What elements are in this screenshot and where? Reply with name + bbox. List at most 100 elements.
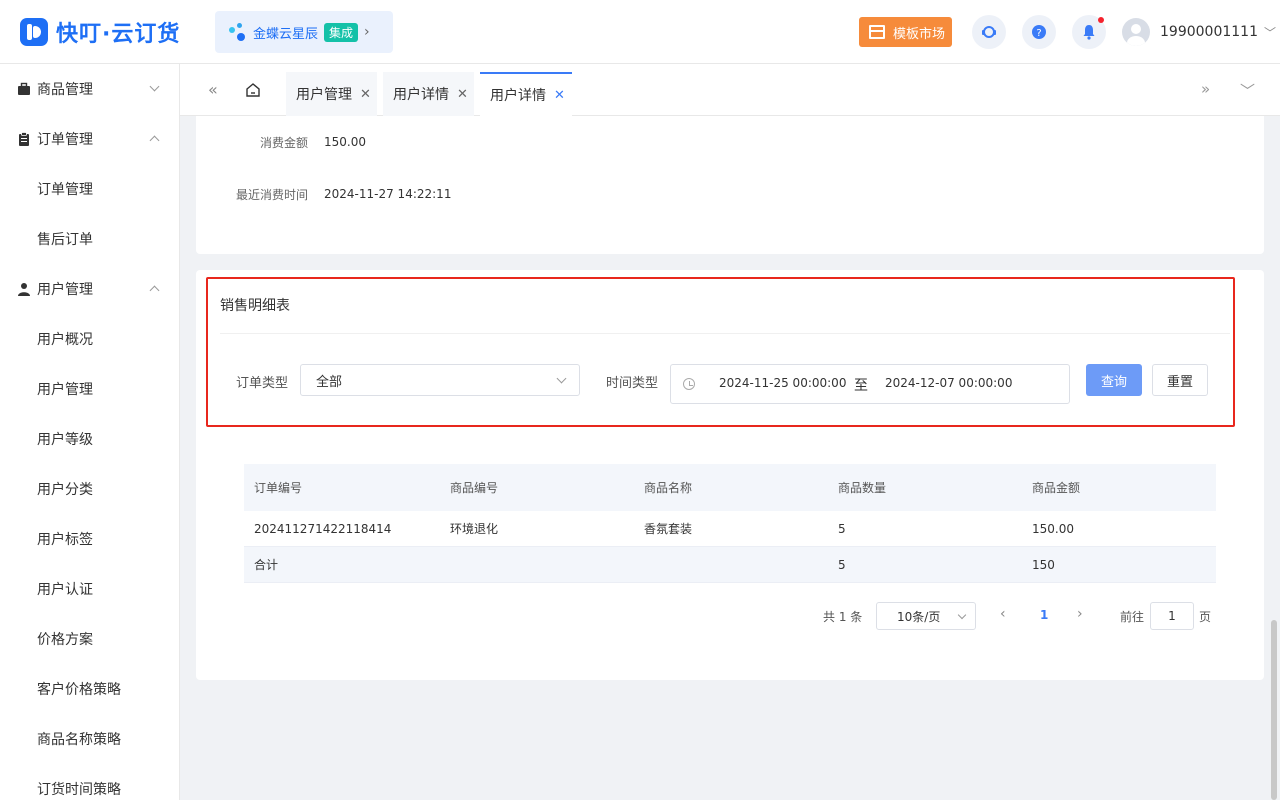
tabs-menu-chevron-icon[interactable]: ﹀: [1240, 80, 1255, 101]
sidebar-item-user-verification[interactable]: 用户认证: [0, 564, 179, 614]
chevron-down-icon: [957, 610, 967, 620]
info-value: 2024-11-27 14:22:11: [324, 187, 452, 201]
customer-service-button[interactable]: [972, 15, 1006, 49]
logo-icon: [20, 18, 48, 46]
table-row[interactable]: 202411271422118414 环境退化 香氛套装 5 150.00: [244, 511, 1216, 547]
time-type-label: 时间类型: [606, 376, 659, 391]
sidebar-item-user-tags[interactable]: 用户标签: [0, 514, 179, 564]
column-header: 商品编号: [450, 481, 499, 495]
template-market-label: 模板市场: [893, 26, 946, 42]
cell-amount: 150.00: [1032, 521, 1074, 536]
scrollbar[interactable]: [1271, 620, 1277, 800]
highlight-box: [206, 277, 1235, 427]
date-range-picker[interactable]: 2024-11-25 00:00:00 至 2024-12-07 00:00:0…: [670, 364, 1070, 404]
close-icon[interactable]: ✕: [457, 87, 468, 102]
sidebar-group-label: 订单管理: [37, 132, 93, 148]
total-label: 合计: [254, 558, 279, 572]
tab-user-detail-active[interactable]: 用户详情 ✕: [480, 72, 572, 116]
sidebar-item-user-overview[interactable]: 用户概况: [0, 314, 179, 364]
page-size-select[interactable]: 10条/页: [876, 602, 976, 630]
template-icon: [869, 25, 885, 39]
section-title: 销售明细表: [220, 298, 290, 314]
clipboard-icon: [19, 132, 29, 146]
kingdee-icon: [229, 23, 247, 41]
briefcase-icon: [18, 82, 30, 95]
query-button[interactable]: 查询: [1086, 364, 1142, 396]
sidebar-item-product-name-strategy[interactable]: 商品名称策略: [0, 714, 179, 764]
user-phone: 19900001111: [1160, 24, 1258, 40]
close-icon[interactable]: ✕: [554, 88, 565, 103]
sidebar-item-user-level[interactable]: 用户等级: [0, 414, 179, 464]
tab-label: 用户管理: [296, 87, 352, 103]
tab-label: 用户详情: [490, 88, 546, 104]
integration-badge: 集成: [324, 22, 359, 42]
info-row-last-purchase: 最近消费时间 2024-11-27 14:22:11: [196, 184, 1264, 204]
notification-dot: [1098, 17, 1104, 23]
info-label: 消费金额: [259, 135, 308, 150]
total-quantity: 5: [838, 557, 846, 572]
avatar: [1122, 18, 1150, 46]
sidebar-group-label: 用户管理: [37, 282, 93, 298]
tab-user-detail[interactable]: 用户详情 ✕: [383, 72, 474, 116]
sidebar-group-users[interactable]: 用户管理: [0, 264, 179, 314]
chevron-right-icon: ›: [364, 24, 370, 40]
sidebar-item-order-time-strategy[interactable]: 订货时间策略: [0, 764, 179, 800]
info-value: 150.00: [324, 135, 366, 149]
prev-page-icon[interactable]: ‹: [1000, 606, 1006, 622]
sidebar-item-user-management[interactable]: 用户管理: [0, 364, 179, 414]
info-label: 最近消费时间: [235, 187, 308, 202]
order-type-label: 订单类型: [236, 376, 289, 391]
column-header: 商品名称: [644, 481, 693, 495]
table-header-row: 订单编号 商品编号 商品名称 商品数量 商品金额: [244, 464, 1216, 511]
order-type-select[interactable]: 全部: [300, 364, 580, 396]
chevron-up-icon: [149, 135, 160, 146]
tabs-scroll-left-icon[interactable]: «: [208, 80, 218, 99]
goto-page-input[interactable]: 1: [1150, 602, 1194, 630]
table-total-row: 合计 5 150: [244, 547, 1216, 583]
reset-button[interactable]: 重置: [1152, 364, 1208, 396]
template-market-button[interactable]: 模板市场: [859, 17, 952, 47]
date-end-input[interactable]: 2024-12-07 00:00:00: [885, 376, 1012, 390]
next-page-icon[interactable]: ›: [1077, 606, 1083, 622]
cell-product-code: 环境退化: [450, 522, 499, 536]
page-suffix: 页: [1199, 610, 1212, 624]
user-menu[interactable]: 19900001111 ﹀: [1122, 18, 1276, 46]
chevron-down-icon: [149, 81, 160, 92]
column-header: 商品金额: [1032, 481, 1081, 495]
sidebar-group-label: 商品管理: [37, 82, 93, 98]
current-page[interactable]: 1: [1040, 608, 1048, 622]
sidebar-item-price-plan[interactable]: 价格方案: [0, 614, 179, 664]
tabs-scroll-right-icon[interactable]: »: [1201, 80, 1210, 98]
cell-order-id: 202411271422118414: [254, 521, 392, 536]
kingdee-integration-chip[interactable]: 金蝶云星辰 集成 ›: [215, 11, 393, 53]
cell-product-name: 香氛套装: [644, 522, 693, 536]
clock-icon: [683, 378, 695, 390]
chevron-down-icon: ﹀: [1263, 25, 1276, 40]
home-icon[interactable]: [245, 82, 261, 98]
app-logo[interactable]: 快叮·云订货: [20, 18, 180, 47]
svg-text:?: ?: [1036, 28, 1041, 39]
info-row-spend-amount: 消费金额 150.00: [196, 132, 1264, 152]
goto-label: 前往: [1120, 610, 1145, 624]
sidebar-item-order-management[interactable]: 订单管理: [0, 164, 179, 214]
kingdee-label: 金蝶云星辰: [253, 26, 319, 42]
date-start-input[interactable]: 2024-11-25 00:00:00: [719, 376, 846, 390]
help-button[interactable]: ?: [1022, 15, 1056, 49]
tab-label: 用户详情: [393, 87, 449, 103]
sidebar-item-user-category[interactable]: 用户分类: [0, 464, 179, 514]
notifications-button[interactable]: [1072, 15, 1106, 49]
total-amount: 150: [1032, 557, 1055, 572]
close-icon[interactable]: ✕: [360, 87, 371, 102]
sidebar-group-products[interactable]: 商品管理: [0, 64, 179, 114]
sidebar-item-customer-price-strategy[interactable]: 客户价格策略: [0, 664, 179, 714]
section-divider: [220, 333, 1230, 334]
pagination-total: 共 1 条: [823, 610, 863, 624]
sidebar-group-orders[interactable]: 订单管理: [0, 114, 179, 164]
tab-user-management[interactable]: 用户管理 ✕: [286, 72, 377, 116]
top-header: 快叮·云订货 金蝶云星辰 集成 › 模板市场 ? 19900001111 ﹀: [0, 0, 1280, 64]
column-header: 订单编号: [254, 481, 303, 495]
sidebar: 商品管理 订单管理 订单管理 售后订单 用户管理 用户概况 用户管理 用户等级 …: [0, 64, 180, 800]
sidebar-item-after-sales[interactable]: 售后订单: [0, 214, 179, 264]
tabs-bar: « 用户管理 ✕ 用户详情 ✕ 用户详情 ✕ » ﹀: [180, 64, 1280, 116]
chevron-down-icon: [556, 373, 567, 384]
